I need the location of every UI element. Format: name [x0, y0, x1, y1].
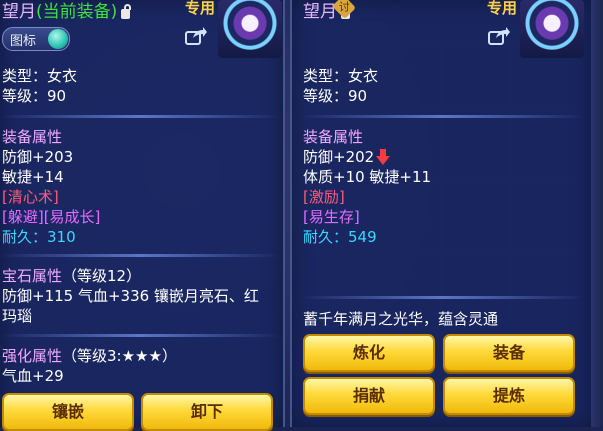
character-avatar: [520, 0, 584, 58]
divider: [0, 115, 280, 118]
share-icon[interactable]: [185, 26, 207, 46]
attr-defense-row: 防御+202: [303, 147, 391, 167]
attr-defense: 防御+202: [303, 148, 375, 166]
exclusive-label: 专用: [185, 0, 216, 17]
attr-header: 装备属性: [2, 128, 63, 146]
item-title: 望月(当前装备): [2, 0, 132, 22]
lock-icon: [121, 4, 132, 19]
current-equip-tag: (当前装备): [36, 2, 118, 22]
gem-stats-line-1: 防御+115 气血+336 镶嵌月亮石、红: [2, 287, 259, 305]
special-effects: [躲避][易成长]: [2, 208, 101, 226]
item-type: 类型：女衣: [2, 67, 78, 85]
gem-level: （等级12）: [62, 267, 142, 285]
enhance-stat: 气血+29: [2, 367, 64, 385]
enhance-header: 强化属性: [2, 347, 63, 365]
gem-attr-row: 宝石属性（等级12）: [2, 266, 141, 286]
divider: [300, 115, 585, 118]
attr-header: 装备属性: [303, 128, 364, 146]
compare-equipment-tooltip: 望月 专用 类型：女衣 等级：90 装备属性 防御+202 体质+10 敏捷+1…: [290, 0, 594, 427]
enhance-level: （等级3:★★★）: [62, 347, 177, 365]
equip-button[interactable]: 装备: [443, 334, 575, 372]
inventory-edge: [591, 0, 603, 427]
enhance-attr-row: 强化属性（等级3:★★★）: [2, 346, 177, 366]
item-type: 类型：女衣: [303, 67, 379, 85]
gem-stats-line-2: 玛瑙: [2, 307, 33, 325]
durability: 耐久：310: [2, 228, 76, 246]
current-equipment-tooltip: 望月(当前装备) 专用 图标 类型：女衣 等级：90 装备属性 防御+203 敏…: [0, 0, 285, 431]
icon-toggle-label: 图标: [10, 34, 37, 49]
divider: [0, 334, 280, 337]
divider: [0, 254, 280, 257]
attr-defense: 防御+203: [2, 148, 74, 166]
donate-button[interactable]: 捐献: [303, 377, 435, 415]
attr-agility: 敏捷+14: [2, 168, 64, 186]
item-description: 蓄千年满月之光华，蕴含灵通: [303, 310, 499, 328]
extract-button[interactable]: 提炼: [443, 377, 575, 415]
share-icon[interactable]: [488, 26, 510, 46]
special-effect: [易生存]: [303, 208, 360, 226]
item-name: 望月: [2, 2, 36, 22]
special-skill: [清心术]: [2, 188, 59, 206]
icon-toggle[interactable]: 图标: [2, 27, 70, 51]
item-level: 等级：90: [2, 87, 67, 105]
item-level: 等级：90: [303, 87, 368, 105]
divider: [300, 296, 585, 299]
attr-stats: 体质+10 敏捷+11: [303, 168, 432, 186]
special-skill: [激励]: [303, 188, 345, 206]
toggle-knob-icon: [48, 29, 68, 49]
down-arrow-icon: [376, 149, 391, 165]
character-avatar: [218, 0, 282, 58]
exclusive-label: 专用: [487, 0, 518, 17]
inlay-button[interactable]: 镶嵌: [2, 393, 134, 431]
refine-button[interactable]: 炼化: [303, 334, 435, 372]
durability: 耐久：549: [303, 228, 377, 246]
gem-header: 宝石属性: [2, 267, 63, 285]
unequip-button[interactable]: 卸下: [141, 393, 273, 431]
